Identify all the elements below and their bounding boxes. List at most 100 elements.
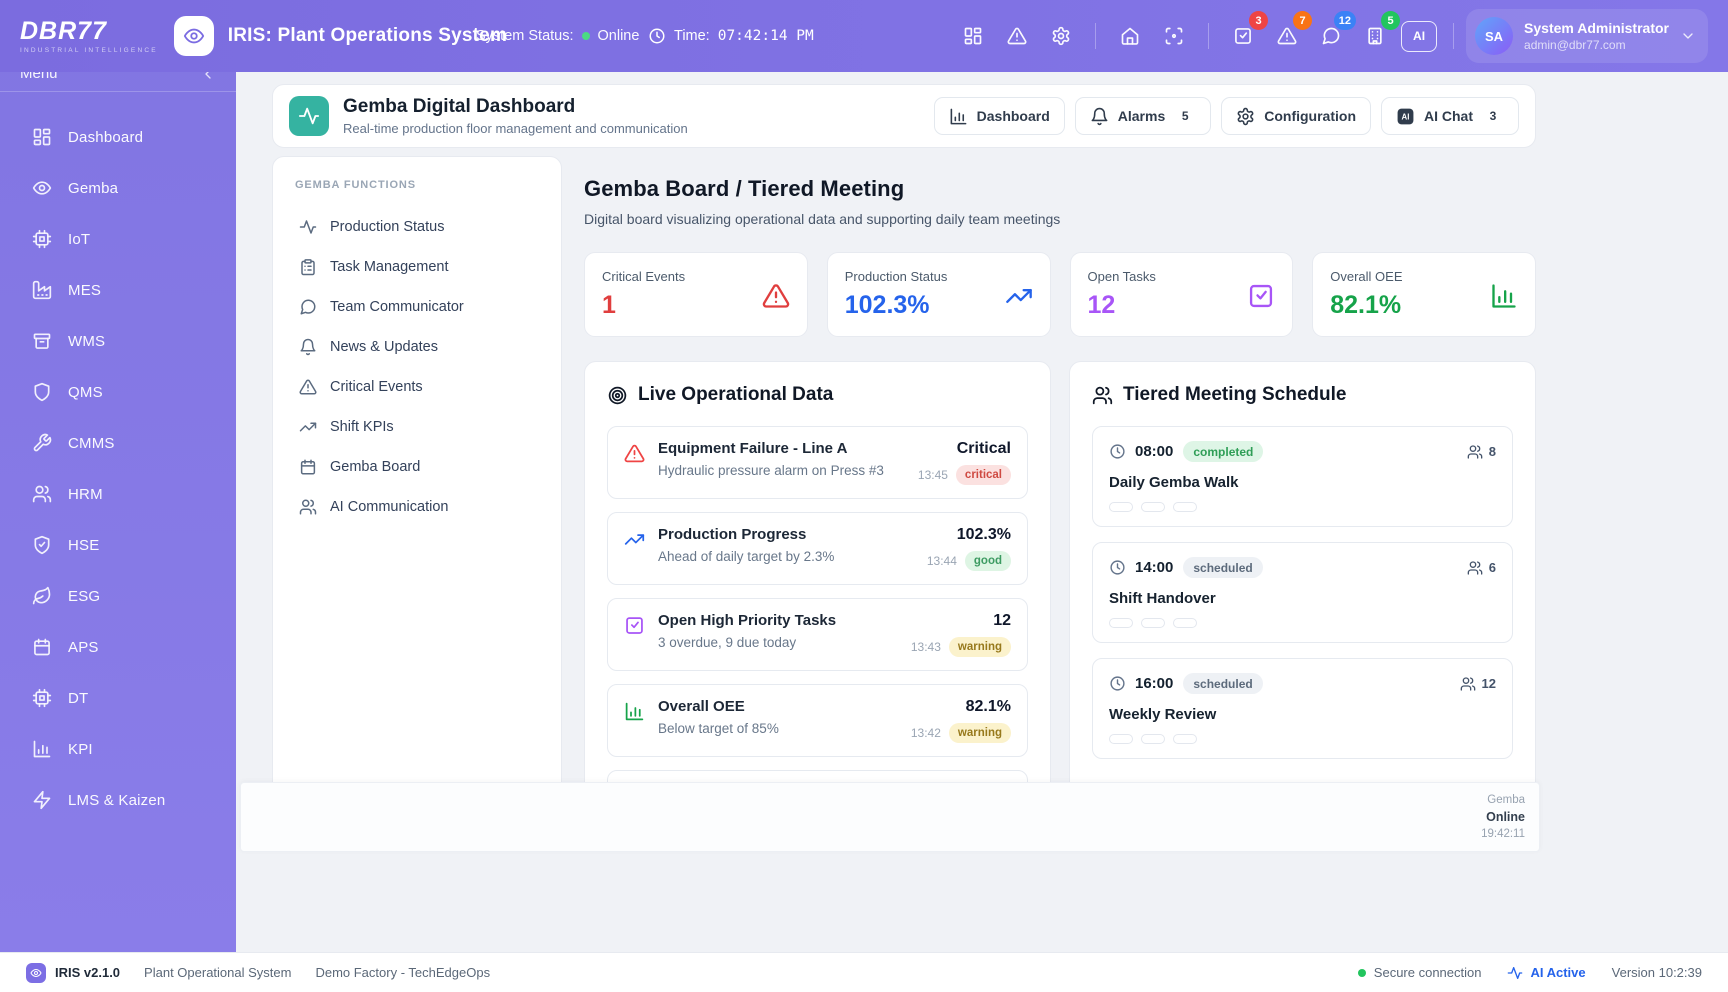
meeting-tag	[1173, 618, 1197, 628]
sidebar-item[interactable]: APS	[0, 626, 224, 668]
live-row[interactable]: Production Progress Ahead of daily targe…	[607, 512, 1028, 585]
meeting-title: Weekly Review	[1109, 706, 1496, 723]
zap-icon	[32, 790, 52, 810]
activity-icon	[299, 218, 317, 236]
meeting-tag	[1141, 734, 1165, 744]
sidebar-item[interactable]: ESG	[0, 575, 224, 617]
header-icon-button[interactable]	[1156, 18, 1192, 54]
app-title: IRIS: Plant Operations System	[228, 25, 507, 47]
live-row-time: 13:44	[927, 554, 957, 568]
function-item[interactable]: Production Status	[287, 207, 547, 247]
sidebar: Menu Dashboard Gemba IoT MES WMS	[0, 0, 236, 952]
notification-count-badge: 7	[1293, 11, 1312, 30]
sidebar-item[interactable]: LMS & Kaizen	[0, 779, 224, 821]
users-icon	[1467, 560, 1483, 576]
function-item[interactable]: Shift KPIs	[287, 407, 547, 447]
app-footer: IRIS v2.1.0 Plant Operational System Dem…	[0, 952, 1728, 992]
stat-card: Production Status 102.3%	[827, 252, 1051, 337]
sidebar-item[interactable]: HRM	[0, 473, 224, 515]
sidebar-nav: Dashboard Gemba IoT MES WMS QMS	[0, 92, 236, 821]
page-action-button[interactable]: AI AI Chat 3	[1381, 97, 1519, 135]
live-row-badge: critical	[956, 465, 1011, 485]
sidebar-item[interactable]: Gemba	[0, 167, 224, 209]
settings-icon	[1051, 26, 1071, 46]
live-row-badge: good	[965, 551, 1011, 571]
meeting-tag	[1109, 502, 1133, 512]
page-action-button[interactable]: Configuration	[1221, 97, 1371, 135]
meeting-attendees: 6	[1467, 560, 1496, 576]
header-icon-button[interactable]	[1112, 18, 1148, 54]
page-action-button[interactable]: Alarms 5	[1075, 97, 1211, 135]
sidebar-item[interactable]: MES	[0, 269, 224, 311]
header-notification-button[interactable]: 5	[1357, 18, 1393, 54]
header-notification-button[interactable]: 7	[1269, 18, 1305, 54]
user-menu[interactable]: SA System Administrator admin@dbr77.com	[1466, 9, 1708, 63]
live-row[interactable]: Open High Priority Tasks 3 overdue, 9 du…	[607, 598, 1028, 671]
status-badge	[1516, 181, 1536, 203]
function-item[interactable]: Critical Events	[287, 367, 547, 407]
secure-dot	[1358, 969, 1366, 977]
sidebar-item[interactable]: QMS	[0, 371, 224, 413]
sidebar-item[interactable]: DT	[0, 677, 224, 719]
header-notification-button[interactable]: 3	[1225, 18, 1261, 54]
user-email: admin@dbr77.com	[1524, 38, 1669, 52]
function-item[interactable]: Team Communicator	[287, 287, 547, 327]
module-header-card: Gemba Digital Dashboard Real-time produc…	[272, 84, 1536, 148]
dbr77-logo[interactable]: DBR77 INDUSTRIAL INTELLIGENCE	[20, 19, 158, 54]
bar-chart-icon	[624, 701, 645, 722]
page-actions: Dashboard Alarms 5 Configuration AI AI C…	[934, 97, 1519, 135]
header-icon-button[interactable]	[1043, 18, 1079, 54]
layout-dashboard-icon	[32, 127, 52, 147]
stat-card: Overall OEE 82.1%	[1312, 252, 1536, 337]
shield-check-icon	[32, 535, 52, 555]
status-badge	[1460, 181, 1480, 203]
sidebar-item[interactable]: CMMS	[0, 422, 224, 464]
live-row[interactable]: Equipment Failure - Line A Hydraulic pre…	[607, 426, 1028, 499]
header-notification-button[interactable]: 12	[1313, 18, 1349, 54]
sidebar-item[interactable]: IoT	[0, 218, 224, 260]
live-row-badge: warning	[949, 723, 1011, 743]
clipboard-list-icon	[299, 258, 317, 276]
status-badge	[1488, 181, 1508, 203]
page-action-button[interactable]: Dashboard	[934, 97, 1065, 135]
shield-icon	[32, 382, 52, 402]
alert-triangle-icon	[1277, 26, 1297, 46]
settings-icon	[1236, 107, 1255, 126]
meeting-card[interactable]: 14:00 scheduled 6 Shift Handover	[1092, 542, 1513, 643]
activity-icon	[1507, 965, 1523, 981]
function-item[interactable]: Gemba Board	[287, 447, 547, 487]
message-circle-icon	[1321, 26, 1341, 46]
ai-chip-icon: AI	[1396, 107, 1415, 126]
users-icon	[1467, 444, 1483, 460]
sidebar-item[interactable]: WMS	[0, 320, 224, 362]
users-icon	[32, 484, 52, 504]
notification-count-badge: 3	[1249, 11, 1268, 30]
header-icon-button[interactable]	[999, 18, 1035, 54]
meeting-tag	[1173, 502, 1197, 512]
ai-assistant-button[interactable]: AI	[1401, 21, 1437, 52]
function-item[interactable]: AI Communication	[287, 487, 547, 527]
live-row[interactable]: Overall OEE Below target of 85% 82.1% 13…	[607, 684, 1028, 757]
app-header: DBR77 INDUSTRIAL INTELLIGENCE IRIS: Plan…	[0, 0, 1728, 72]
sidebar-item[interactable]: KPI	[0, 728, 224, 770]
meeting-tag	[1141, 502, 1165, 512]
sidebar-item[interactable]: Dashboard	[0, 116, 224, 158]
header-separator	[1453, 23, 1454, 49]
live-operational-data-panel: Live Operational Data Equipment Failure …	[584, 361, 1051, 853]
clock-icon	[1109, 443, 1126, 460]
bar-chart-icon	[1490, 282, 1518, 310]
calendar-icon	[32, 637, 52, 657]
meeting-card[interactable]: 08:00 completed 8 Daily Gemba Walk	[1092, 426, 1513, 527]
meeting-card[interactable]: 16:00 scheduled 12 Weekly Review	[1092, 658, 1513, 759]
check-square-icon	[624, 615, 645, 636]
message-circle-icon	[299, 298, 317, 316]
iris-app-chip	[174, 16, 214, 56]
page-title: Gemba Digital Dashboard	[343, 96, 688, 118]
alert-triangle-icon	[762, 282, 790, 310]
target-icon	[607, 385, 628, 406]
sidebar-item[interactable]: HSE	[0, 524, 224, 566]
alert-triangle-icon	[624, 443, 645, 464]
header-icon-button[interactable]	[955, 18, 991, 54]
function-item[interactable]: News & Updates	[287, 327, 547, 367]
function-item[interactable]: Task Management	[287, 247, 547, 287]
